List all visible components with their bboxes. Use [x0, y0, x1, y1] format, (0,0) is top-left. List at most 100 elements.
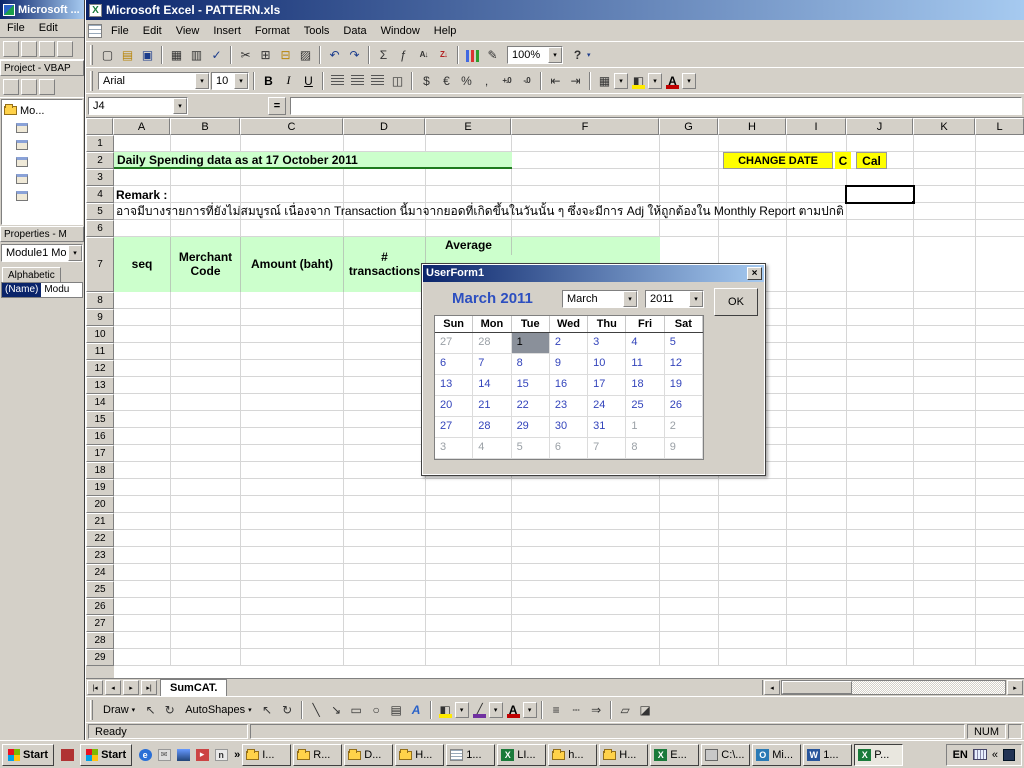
font-size-combo[interactable]: 10 ▾ — [211, 72, 249, 90]
calendar-day[interactable]: 2 — [550, 333, 588, 354]
calendar-day[interactable]: 27 — [435, 417, 473, 438]
month-dropdown[interactable]: March ▾ — [562, 290, 638, 308]
vba-editor-window[interactable]: Microsoft ... FileEdit Project - VBAP Mo… — [0, 0, 85, 740]
calendar-day[interactable]: 8 — [512, 354, 550, 375]
calendar-day[interactable]: 15 — [512, 375, 550, 396]
chevron-down-icon[interactable]: ▾ — [489, 702, 503, 718]
vba-module-item[interactable] — [4, 187, 80, 204]
column-header-L[interactable]: L — [975, 118, 1024, 135]
taskbar-button[interactable]: XE... — [650, 744, 699, 766]
menu-format[interactable]: Format — [248, 22, 297, 40]
toolbar-handle[interactable] — [90, 700, 93, 720]
ok-button[interactable]: OK — [714, 288, 758, 316]
calendar-day[interactable]: 14 — [473, 375, 511, 396]
formatting-toolbar[interactable]: Arial ▾ 10 ▾ BIU◫$€%,+.0-.0⇤⇥▦▾◧▾A▾ — [86, 68, 1024, 94]
fill-color-icon[interactable]: ◧ — [436, 701, 455, 719]
fill-color-dropdown[interactable]: ◧▾ — [436, 701, 469, 719]
tray-app-icon[interactable] — [1003, 749, 1015, 761]
taskbar-button[interactable]: W1... — [803, 744, 852, 766]
line-color-icon[interactable]: ╱ — [470, 701, 489, 719]
save-icon[interactable]: ▣ — [138, 46, 157, 64]
quick-launch-msn[interactable]: n — [213, 747, 229, 763]
comma-icon[interactable]: , — [477, 72, 496, 90]
line-style-icon[interactable]: ≡ — [547, 701, 566, 719]
calendar-day[interactable]: 10 — [588, 354, 626, 375]
vba-project-tree[interactable]: Mo... — [1, 99, 83, 225]
drawing-toolbar[interactable]: Draw ▾ ↖↻ AutoShapes ▾ ↖↻╲↘▭○▤A◧▾╱▾A▾≡┄⇒… — [86, 696, 1024, 722]
row-header-25[interactable]: 25 — [86, 581, 114, 598]
help-button[interactable]: ? ▾ — [568, 46, 591, 64]
borders-icon[interactable]: ▦ — [595, 72, 614, 90]
open-icon[interactable]: ▤ — [118, 46, 137, 64]
edit-formula-button[interactable]: = — [268, 97, 286, 115]
cell-c[interactable]: C — [835, 152, 851, 169]
calendar-day[interactable]: 5 — [512, 438, 550, 459]
excel-title-bar[interactable]: Microsoft Excel - PATTERN.xls — [86, 0, 1024, 20]
quick-launch-media[interactable]: ▸ — [194, 747, 210, 763]
free-rotate-icon[interactable]: ↻ — [278, 701, 297, 719]
calendar-day[interactable]: 28 — [473, 417, 511, 438]
row-header-4[interactable]: 4 — [86, 186, 114, 203]
chevron-down-icon[interactable]: ▾ — [548, 47, 562, 63]
free-rotate-icon[interactable]: ↻ — [160, 701, 179, 719]
calendar-day[interactable]: 18 — [626, 375, 664, 396]
taskbar-button[interactable]: H... — [599, 744, 648, 766]
row-header-9[interactable]: 9 — [86, 309, 114, 326]
underline-icon[interactable]: U — [299, 72, 318, 90]
sheet-tab-bar[interactable]: |◂ ◂ ▸ ▸| SumCAT. ◂ ▸ — [86, 678, 1024, 696]
calendar-day[interactable]: 11 — [626, 354, 664, 375]
taskbar-button[interactable]: D... — [344, 744, 393, 766]
calendar-day[interactable]: 2 — [665, 417, 703, 438]
taskbar-button[interactable]: XP... — [854, 744, 903, 766]
calendar-day[interactable]: 22 — [512, 396, 550, 417]
calendar-day[interactable]: 30 — [550, 417, 588, 438]
row-headers[interactable]: 1234567891011121314151617181920212223242… — [86, 135, 114, 678]
start-button[interactable]: Start — [2, 744, 54, 766]
excel-menu-bar[interactable]: FileEditViewInsertFormatToolsDataWindowH… — [86, 20, 1024, 42]
print-preview-icon[interactable]: ▥ — [187, 46, 206, 64]
calendar-day[interactable]: 19 — [665, 375, 703, 396]
calendar-day[interactable]: 1 — [626, 417, 664, 438]
row-header-18[interactable]: 18 — [86, 462, 114, 479]
3d-icon[interactable]: ◪ — [636, 701, 655, 719]
drawing-icon[interactable]: ✎ — [483, 46, 502, 64]
rectangle-icon[interactable]: ▭ — [347, 701, 366, 719]
format-painter-icon[interactable]: ▨ — [296, 46, 315, 64]
autosum-icon[interactable]: Σ — [374, 46, 393, 64]
userform-dialog[interactable]: UserForm1 × March 2011 March ▾ 2011 ▾ — [421, 263, 766, 476]
borders-dropdown[interactable]: ▦▾ — [595, 72, 628, 90]
taskbar-button[interactable]: R... — [293, 744, 342, 766]
column-header-B[interactable]: B — [170, 118, 240, 135]
increase-indent-icon[interactable]: ⇥ — [566, 72, 585, 90]
row-header-28[interactable]: 28 — [86, 632, 114, 649]
taskbar-button[interactable]: H... — [395, 744, 444, 766]
cell-cal[interactable]: Cal — [856, 152, 887, 169]
calendar-day[interactable]: 21 — [473, 396, 511, 417]
row-header-10[interactable]: 10 — [86, 326, 114, 343]
calendar-day[interactable]: 9 — [550, 354, 588, 375]
vba-toolbar[interactable] — [0, 38, 84, 60]
vba-module-item[interactable] — [4, 136, 80, 153]
paste-icon[interactable]: ⊟ — [276, 46, 295, 64]
column-header-K[interactable]: K — [913, 118, 975, 135]
calendar-day[interactable]: 16 — [550, 375, 588, 396]
taskbar-button[interactable]: XLI... — [497, 744, 546, 766]
calendar-day[interactable]: 4 — [626, 333, 664, 354]
calendar-day[interactable]: 26 — [665, 396, 703, 417]
column-header-J[interactable]: J — [846, 118, 913, 135]
calendar-day[interactable]: 3 — [435, 438, 473, 459]
last-sheet-icon[interactable]: ▸| — [141, 680, 157, 695]
next-sheet-icon[interactable]: ▸ — [123, 680, 139, 695]
row-header-15[interactable]: 15 — [86, 411, 114, 428]
calendar-day[interactable]: 13 — [435, 375, 473, 396]
excel-window[interactable]: Microsoft Excel - PATTERN.xls FileEditVi… — [85, 0, 1024, 740]
quick-launch-bar[interactable]: e✉▸n — [134, 747, 232, 763]
vba-toolbar-button-icon[interactable] — [21, 41, 37, 57]
quick-launch-left[interactable] — [56, 747, 78, 763]
toggle-folders-icon[interactable] — [39, 79, 55, 95]
chevron-down-icon[interactable]: ▾ — [682, 73, 696, 89]
new-icon[interactable]: ▢ — [98, 46, 117, 64]
spreadsheet-cells[interactable]: Daily Spending data as at 17 October 201… — [114, 135, 1024, 678]
row-header-29[interactable]: 29 — [86, 649, 114, 666]
vba-project-panel-header[interactable]: Project - VBAP — [0, 60, 84, 76]
